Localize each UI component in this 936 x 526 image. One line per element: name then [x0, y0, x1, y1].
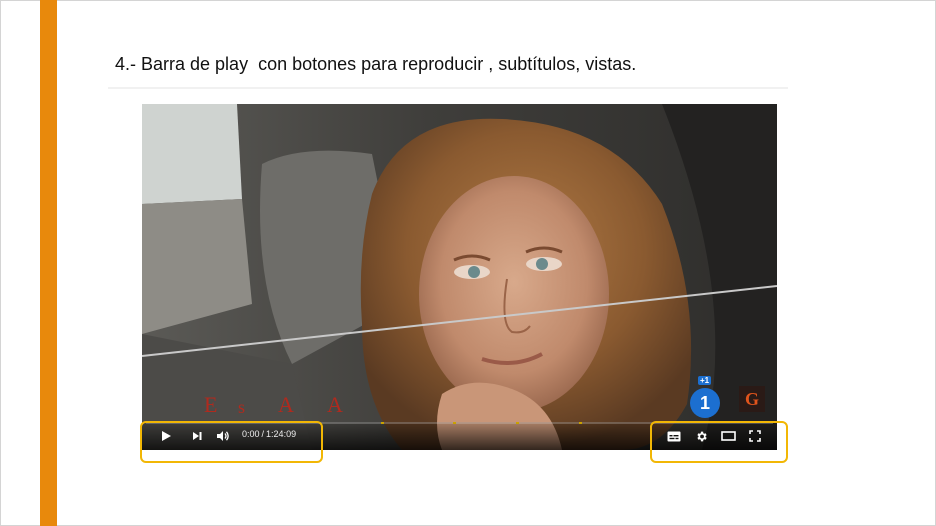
video-player[interactable]: E s A A 1 +1 G 0:00/1:24:09 — [142, 104, 777, 450]
channel-logo-number: 1 — [699, 392, 710, 413]
watermark-logo: G — [739, 386, 765, 412]
slide-title: 4.- Barra de play con botones para repro… — [115, 54, 637, 74]
overlay-letter: s — [238, 397, 246, 417]
overlay-letter: E — [204, 392, 218, 417]
highlight-play-controls — [140, 421, 323, 463]
overlay-letter: A — [327, 392, 343, 417]
channel-logo-plus: +1 — [698, 376, 712, 385]
accent-bar — [40, 0, 57, 526]
channel-logo: 1 — [690, 388, 720, 418]
watermark-letter: G — [744, 388, 759, 409]
overlay-letter: A — [278, 392, 294, 417]
title-divider — [108, 87, 788, 89]
highlight-settings-controls — [650, 421, 788, 463]
